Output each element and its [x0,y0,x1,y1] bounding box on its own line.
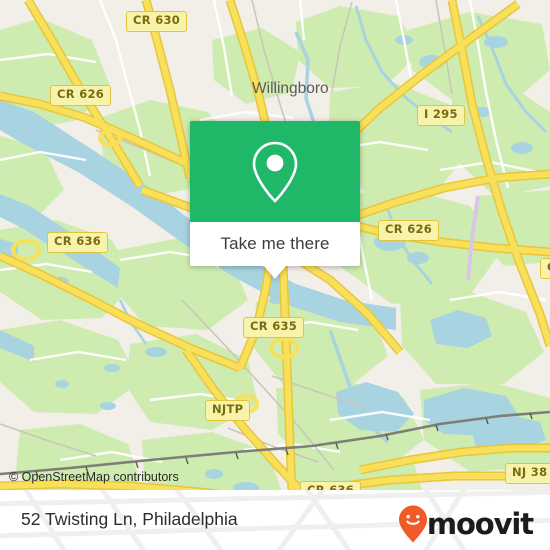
moovit-logo[interactable]: moovit [397,504,534,544]
callout-action-area[interactable]: Take me there [190,222,360,279]
take-me-there-label: Take me there [220,234,330,253]
address-label: 52 Twisting Ln, Philadelphia [21,509,238,529]
map-screenshot-root: Willingboro CR 630 CR 626 I 295 CR 636 C… [0,0,550,550]
destination-callout-card[interactable]: Take me there [190,121,360,279]
bottom-info-bar: 52 Twisting Ln, Philadelphia moovit [0,490,550,550]
map-place-label-willingboro: Willingboro [252,80,329,97]
road-shield-cr-636-e[interactable]: C [540,258,550,279]
callout-pointer [264,266,286,279]
moovit-smiling-pin-icon [398,505,427,543]
road-shield-cr-626-e[interactable]: CR 626 [378,220,440,241]
road-shield-cr-630[interactable]: CR 630 [126,11,188,32]
road-shield-cr-626-nw[interactable]: CR 626 [50,85,112,106]
moovit-wordmark: moovit [426,506,534,541]
road-shield-cr-636-w[interactable]: CR 636 [47,232,109,253]
road-shield-njtp[interactable]: NJTP [205,400,251,421]
road-shield-i-295[interactable]: I 295 [417,105,465,126]
osm-attribution[interactable]: © OpenStreetMap contributors [9,470,179,484]
map-pin-icon [252,141,298,203]
callout-pin-area [190,121,360,222]
road-shield-nj-38[interactable]: NJ 38 [505,463,550,484]
road-shield-cr-635[interactable]: CR 635 [243,317,305,338]
